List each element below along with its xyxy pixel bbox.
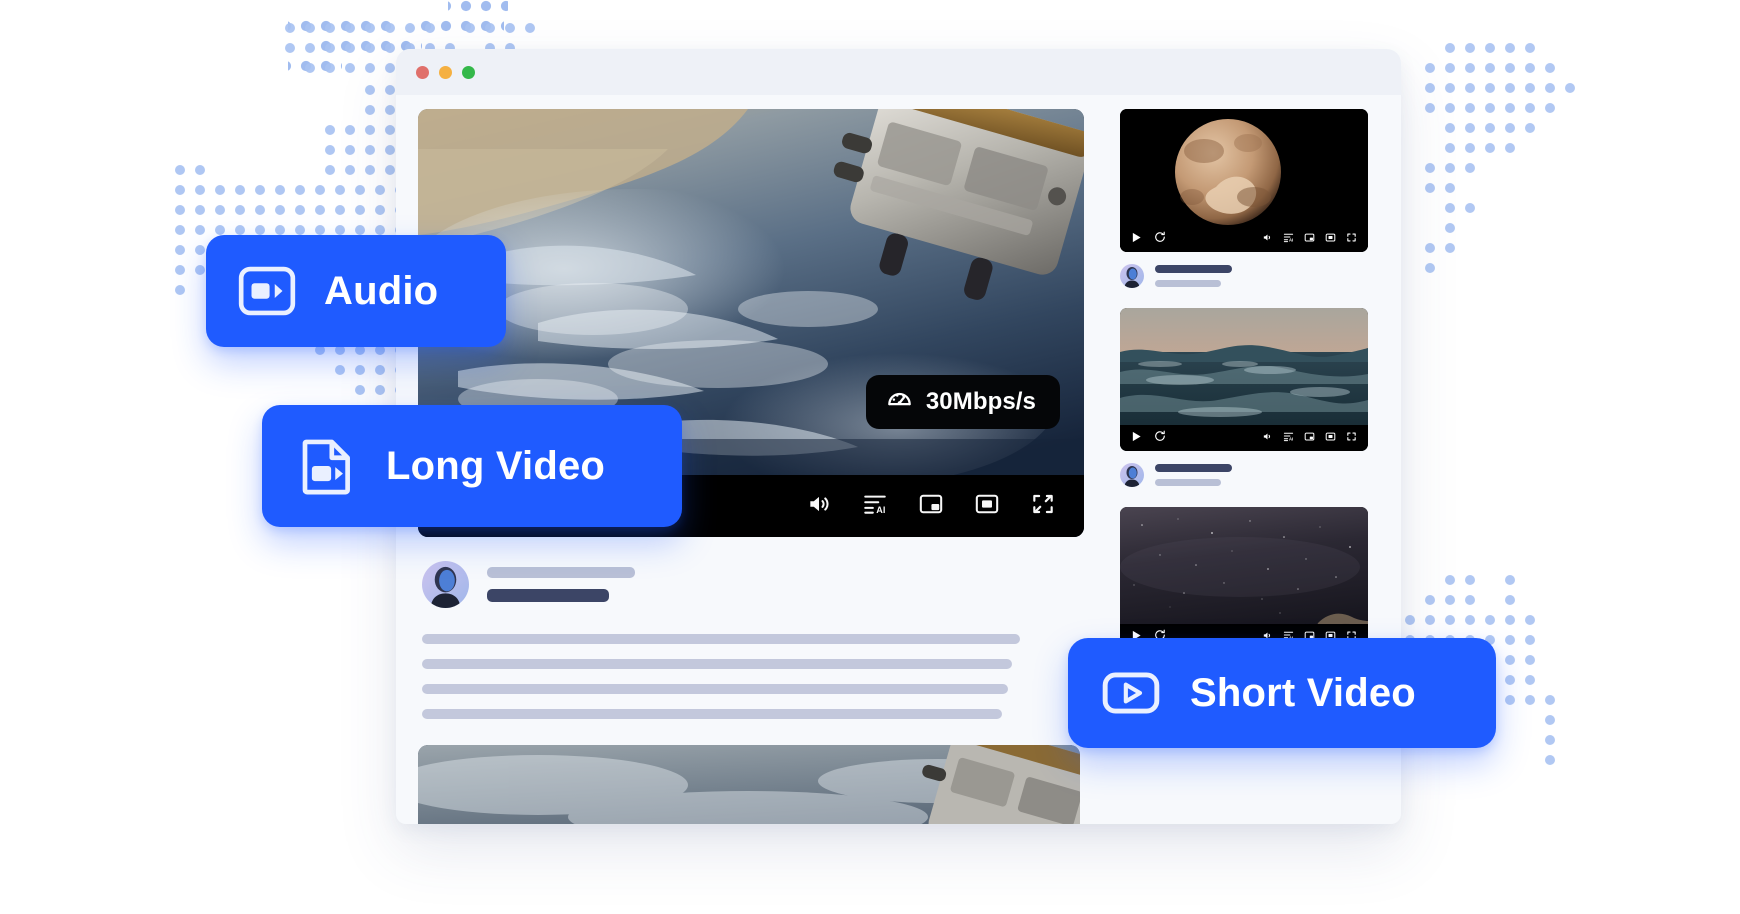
loop-icon[interactable] <box>1154 230 1166 248</box>
theater-mode-icon[interactable] <box>974 491 1000 522</box>
window-titlebar <box>396 49 1401 95</box>
feature-pill-label: Audio <box>324 268 439 313</box>
sidebar-card-meta <box>1120 463 1368 487</box>
ai-subtitles-icon[interactable]: AI <box>862 491 888 522</box>
fullscreen-icon[interactable] <box>1346 230 1357 248</box>
feature-pill-label: Long Video <box>386 443 606 488</box>
loop-icon[interactable] <box>1154 429 1166 447</box>
play-icon[interactable] <box>1131 429 1142 447</box>
sidebar-thumbnail-pluto[interactable]: AI <box>1120 109 1368 252</box>
sidebar-title-placeholder <box>1155 464 1232 472</box>
sidebar-control-bar: AI <box>1120 226 1368 252</box>
feature-pill-long-video[interactable]: Long Video <box>262 405 682 527</box>
ai-subtitles-icon[interactable]: AI <box>1283 230 1294 248</box>
picture-in-picture-icon[interactable] <box>1304 429 1315 447</box>
volume-icon[interactable] <box>806 491 832 522</box>
illustration-stage: 30Mbps/s AI AI AI Audio Long Video Short… <box>0 0 1740 914</box>
sidebar-placeholder-lines <box>1155 464 1232 486</box>
svg-text:AI: AI <box>1289 437 1293 442</box>
skeleton-line <box>422 634 1020 644</box>
play-icon[interactable] <box>1131 230 1142 248</box>
sidebar-title-placeholder <box>1155 265 1232 273</box>
document-video-icon <box>294 433 360 499</box>
sidebar-subtitle-placeholder <box>1155 280 1221 287</box>
play-rectangle-icon <box>1100 662 1162 724</box>
skeleton-line <box>422 659 1012 669</box>
avatar <box>422 561 469 608</box>
sidebar-thumbnail-ocean[interactable]: AI <box>1120 308 1368 451</box>
video-camera-frame-icon <box>236 260 298 322</box>
feature-pill-label: Short Video <box>1190 670 1416 715</box>
author-name-placeholder <box>487 567 635 578</box>
fullscreen-icon[interactable] <box>1346 429 1357 447</box>
volume-icon[interactable] <box>1262 230 1273 248</box>
sidebar-control-bar: AI <box>1120 425 1368 451</box>
post-body-skeleton <box>418 634 1084 719</box>
feature-pill-short-video[interactable]: Short Video <box>1068 638 1496 748</box>
sidebar-thumbnail-night-sky[interactable]: AI <box>1120 507 1368 650</box>
svg-text:AI: AI <box>876 505 885 515</box>
theater-mode-icon[interactable] <box>1325 230 1336 248</box>
sidebar-placeholder-lines <box>1155 265 1232 287</box>
bitrate-badge: 30Mbps/s <box>865 375 1060 429</box>
sidebar-video-card[interactable]: AI <box>1120 308 1368 487</box>
volume-icon[interactable] <box>1262 429 1273 447</box>
avatar <box>1120 264 1144 288</box>
feature-pill-audio[interactable]: Audio <box>206 235 506 347</box>
bitrate-label: 30Mbps/s <box>925 388 1036 415</box>
picture-in-picture-icon[interactable] <box>918 491 944 522</box>
sidebar-subtitle-placeholder <box>1155 479 1221 486</box>
skeleton-line <box>422 709 1002 719</box>
sidebar-card-meta <box>1120 264 1368 288</box>
traffic-light-close[interactable] <box>416 65 429 79</box>
speedometer-icon <box>886 385 913 419</box>
picture-in-picture-icon[interactable] <box>1304 230 1315 248</box>
ai-subtitles-icon[interactable]: AI <box>1283 429 1294 447</box>
fullscreen-icon[interactable] <box>1030 491 1056 522</box>
post-author-row <box>418 561 1084 608</box>
svg-text:AI: AI <box>1289 238 1293 243</box>
skeleton-line <box>422 684 1008 694</box>
avatar <box>1120 463 1144 487</box>
traffic-light-minimize[interactable] <box>439 65 452 79</box>
post-title-placeholder <box>487 589 609 602</box>
traffic-light-maximize[interactable] <box>462 65 475 79</box>
theater-mode-icon[interactable] <box>1325 429 1336 447</box>
next-video-player[interactable] <box>418 745 1080 824</box>
author-placeholder-lines <box>487 567 635 602</box>
sidebar-video-card[interactable]: AI <box>1120 109 1368 288</box>
